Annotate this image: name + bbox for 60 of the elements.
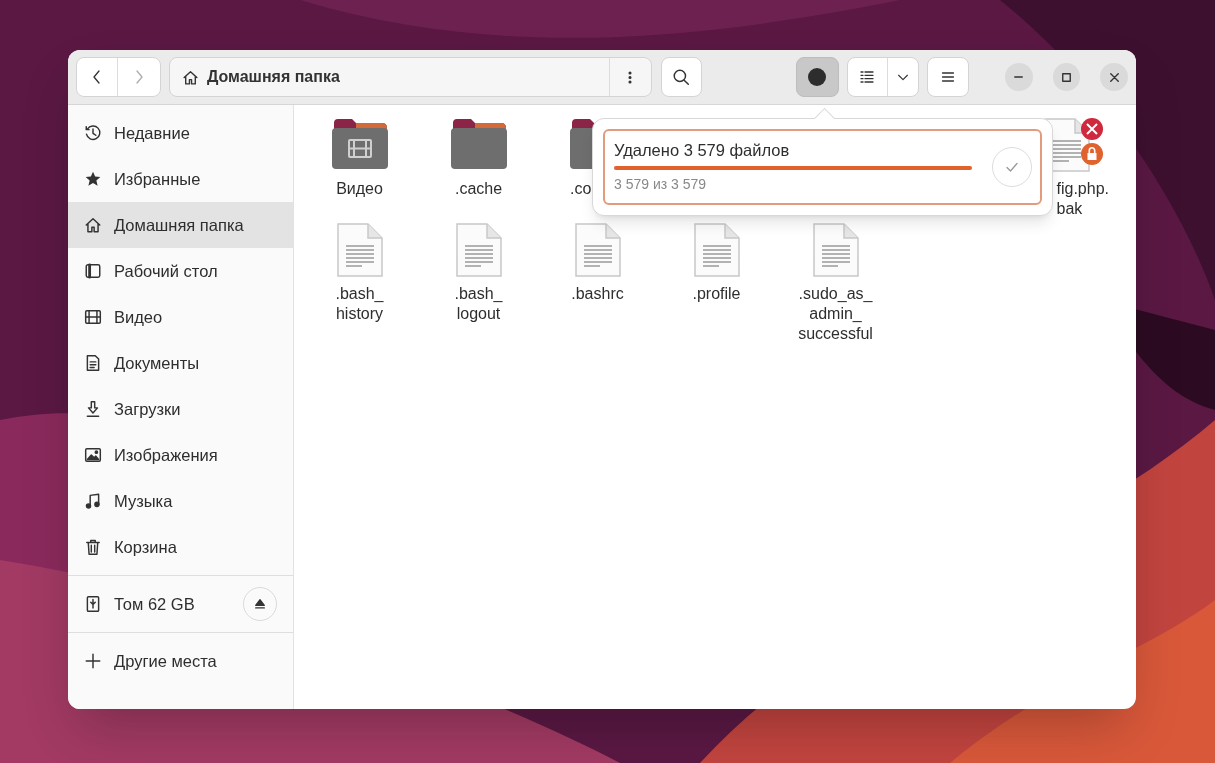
- plus-icon: [84, 652, 102, 670]
- sidebar-item[interactable]: Недавние: [68, 110, 293, 156]
- sidebar-item[interactable]: Музыка: [68, 478, 293, 524]
- file-name: .cache: [453, 179, 504, 199]
- path-bar[interactable]: Домашняя папка: [168, 57, 652, 97]
- maximize-button[interactable]: [1052, 63, 1081, 91]
- search-icon: [672, 68, 691, 86]
- eject-icon: [253, 597, 267, 611]
- text-file-icon: [573, 222, 622, 278]
- operation-title: Удалено 3 579 файлов: [614, 140, 791, 161]
- text-file-icon: [454, 222, 503, 278]
- image-icon: [84, 446, 102, 464]
- sidebar-item[interactable]: Изображения: [68, 432, 293, 478]
- operation-status: 3 579 из 3 579: [614, 175, 708, 194]
- sidebar-item[interactable]: Другие места: [68, 638, 293, 684]
- progress-pie-icon: [807, 67, 828, 87]
- folder-icon: [450, 119, 507, 169]
- operations-button[interactable]: [796, 57, 839, 97]
- star-icon: [84, 170, 102, 188]
- menu-icon: [939, 69, 956, 85]
- maximize-icon: [1062, 72, 1072, 82]
- sidebar-item[interactable]: Том 62 GB: [68, 581, 293, 627]
- file-name: .co: [570, 179, 592, 199]
- sidebar-item[interactable]: Документы: [68, 340, 293, 386]
- text-file-icon: [692, 222, 741, 278]
- video-folder-icon: [331, 119, 388, 169]
- text-file-icon: [335, 222, 384, 278]
- file-name: .bash_history: [334, 284, 385, 324]
- desktop-icon: [84, 262, 102, 280]
- dots-icon: [628, 70, 633, 84]
- sidebar-item[interactable]: Избранные: [68, 156, 293, 202]
- sidebar-item[interactable]: Загрузки: [68, 386, 293, 432]
- file-name: .bashrc: [570, 284, 625, 304]
- sidebar-item[interactable]: Домашняя папка: [68, 202, 293, 248]
- sidebar-item[interactable]: Корзина: [68, 524, 293, 570]
- minimize-button[interactable]: [1005, 63, 1033, 91]
- trash-icon: [84, 538, 102, 556]
- list-icon: [859, 69, 876, 85]
- film-icon: [84, 308, 102, 326]
- close-icon: [1109, 72, 1119, 82]
- location-label: Домашняя папка: [206, 67, 340, 87]
- file-name: fig.php.bak: [1055, 179, 1110, 219]
- usb-drive-icon: [84, 595, 102, 613]
- minimize-icon: [1014, 76, 1024, 78]
- music-note-icon: [84, 492, 102, 510]
- home-icon: [181, 68, 199, 86]
- file-name: .bash_logout: [453, 284, 504, 324]
- clock-icon: [84, 124, 102, 142]
- download-icon: [84, 400, 102, 418]
- search-button[interactable]: [660, 57, 703, 97]
- text-file-icon: [811, 222, 860, 278]
- file-name: .sudo_as_admin_successful: [797, 284, 874, 344]
- file-name: .profile: [691, 284, 742, 304]
- sidebar-item[interactable]: Рабочий стол: [68, 248, 293, 294]
- sidebar-item[interactable]: Видео: [68, 294, 293, 340]
- file-name: Видео: [335, 179, 384, 199]
- close-button[interactable]: [1100, 63, 1128, 91]
- document-icon: [84, 354, 102, 372]
- menu-button[interactable]: [926, 57, 970, 97]
- home-icon: [84, 216, 102, 234]
